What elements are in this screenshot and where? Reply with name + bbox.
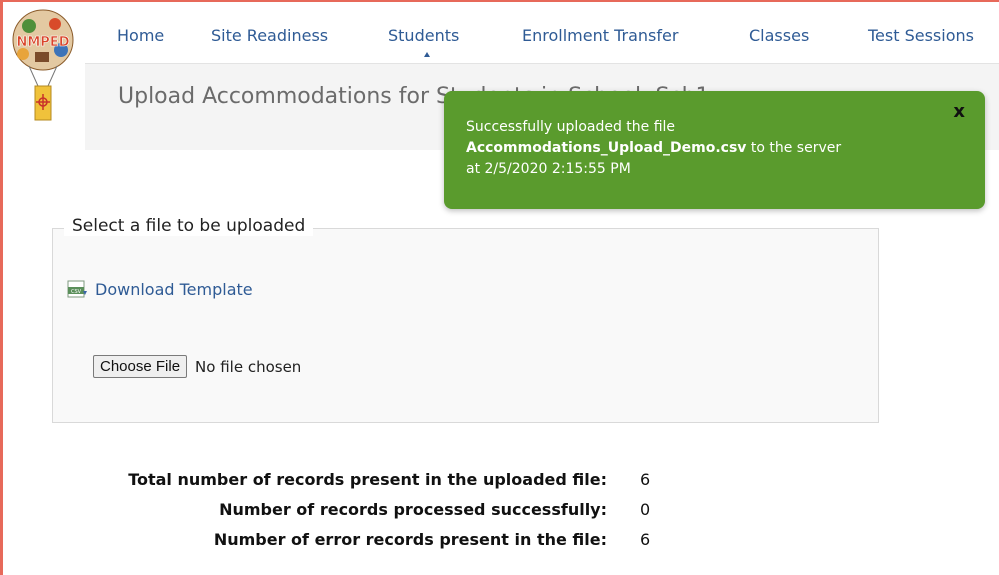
download-template-link[interactable]: CSV Download Template	[67, 279, 253, 299]
nav-classes[interactable]: Classes	[749, 26, 809, 45]
stat-value-errors: 6	[640, 530, 651, 549]
toast-message: Successfully uploaded the file Accommoda…	[466, 117, 936, 180]
toast-close-button[interactable]: x	[953, 101, 965, 122]
nav-site-readiness[interactable]: Site Readiness	[211, 26, 328, 45]
stat-label-processed: Number of records processed successfully…	[219, 500, 607, 519]
nav-students[interactable]: Students	[388, 26, 459, 45]
toast-line-2: Accommodations_Upload_Demo.csv to the se…	[466, 138, 936, 159]
stat-value-processed: 0	[640, 500, 651, 519]
nav-test-sessions[interactable]: Test Sessions	[868, 26, 974, 45]
success-toast: Successfully uploaded the file Accommoda…	[444, 91, 985, 209]
toast-line-2-suffix: to the server	[746, 140, 842, 156]
upload-legend: Select a file to be uploaded	[64, 216, 314, 236]
stat-value-total: 6	[640, 470, 651, 489]
file-status-text: No file chosen	[195, 357, 302, 376]
top-navigation: Home Site Readiness Students Enrollment …	[0, 0, 999, 70]
nav-home[interactable]: Home	[117, 26, 164, 45]
stat-row-total: Total number of records present in the u…	[0, 470, 999, 496]
stat-row-errors: Number of error records present in the f…	[0, 530, 999, 556]
toast-line-3: at 2/5/2020 2:15:55 PM	[466, 161, 631, 177]
stat-label-total: Total number of records present in the u…	[128, 470, 607, 489]
stat-label-errors: Number of error records present in the f…	[213, 530, 607, 549]
file-picker: Choose File No file chosen	[93, 355, 301, 378]
toast-filename: Accommodations_Upload_Demo.csv	[466, 140, 747, 156]
active-nav-indicator	[424, 52, 430, 57]
toast-line-1: Successfully uploaded the file	[466, 119, 676, 135]
csv-file-icon: CSV	[67, 280, 87, 298]
download-template-label: Download Template	[95, 279, 253, 299]
upload-fieldset	[52, 228, 879, 423]
svg-text:CSV: CSV	[71, 289, 82, 295]
nav-enrollment-transfer[interactable]: Enrollment Transfer	[522, 26, 678, 45]
choose-file-button[interactable]: Choose File	[93, 355, 188, 378]
stat-row-processed: Number of records processed successfully…	[0, 500, 999, 526]
